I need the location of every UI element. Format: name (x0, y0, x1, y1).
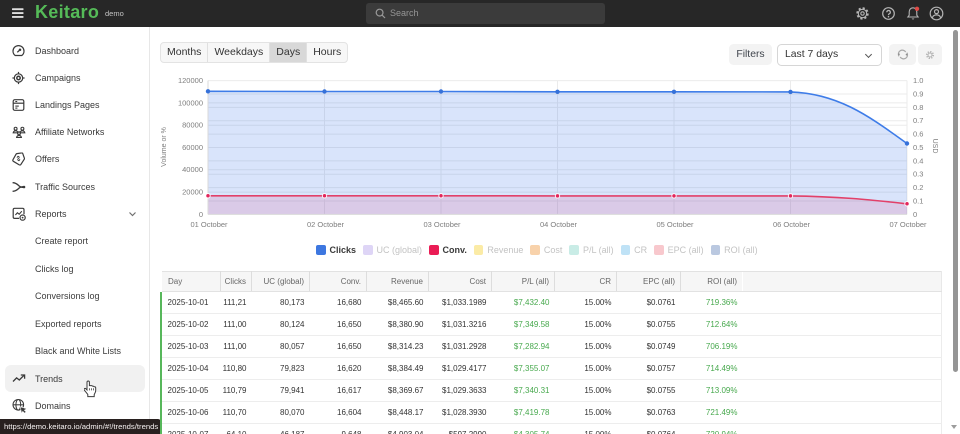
svg-text:80000: 80000 (182, 121, 203, 130)
svg-text:02 October: 02 October (307, 220, 345, 229)
svg-text:0.8: 0.8 (913, 103, 923, 112)
svg-text:05 October: 05 October (656, 220, 694, 229)
svg-text:0.4: 0.4 (913, 156, 923, 165)
svg-text:0.6: 0.6 (913, 130, 923, 139)
svg-text:06 October: 06 October (773, 220, 811, 229)
svg-text:04 October: 04 October (540, 220, 578, 229)
svg-text:Volume or %: Volume or % (161, 127, 168, 167)
svg-text:07 October: 07 October (889, 220, 927, 229)
svg-text:40000: 40000 (182, 165, 203, 174)
svg-text:0: 0 (913, 210, 917, 219)
svg-text:20000: 20000 (182, 188, 203, 197)
svg-text:1.0: 1.0 (913, 76, 923, 85)
svg-text:0.1: 0.1 (913, 197, 923, 206)
svg-text:120000: 120000 (178, 76, 203, 85)
svg-text:0.3: 0.3 (913, 170, 923, 179)
svg-text:01 October: 01 October (190, 220, 228, 229)
svg-text:0.2: 0.2 (913, 183, 923, 192)
svg-text:USD: USD (931, 139, 938, 154)
svg-text:0.9: 0.9 (913, 90, 923, 99)
svg-text:60000: 60000 (182, 143, 203, 152)
svg-text:0.5: 0.5 (913, 143, 923, 152)
svg-text:0: 0 (199, 210, 203, 219)
svg-text:03 October: 03 October (423, 220, 461, 229)
svg-text:100000: 100000 (178, 98, 203, 107)
svg-text:0.7: 0.7 (913, 116, 923, 125)
